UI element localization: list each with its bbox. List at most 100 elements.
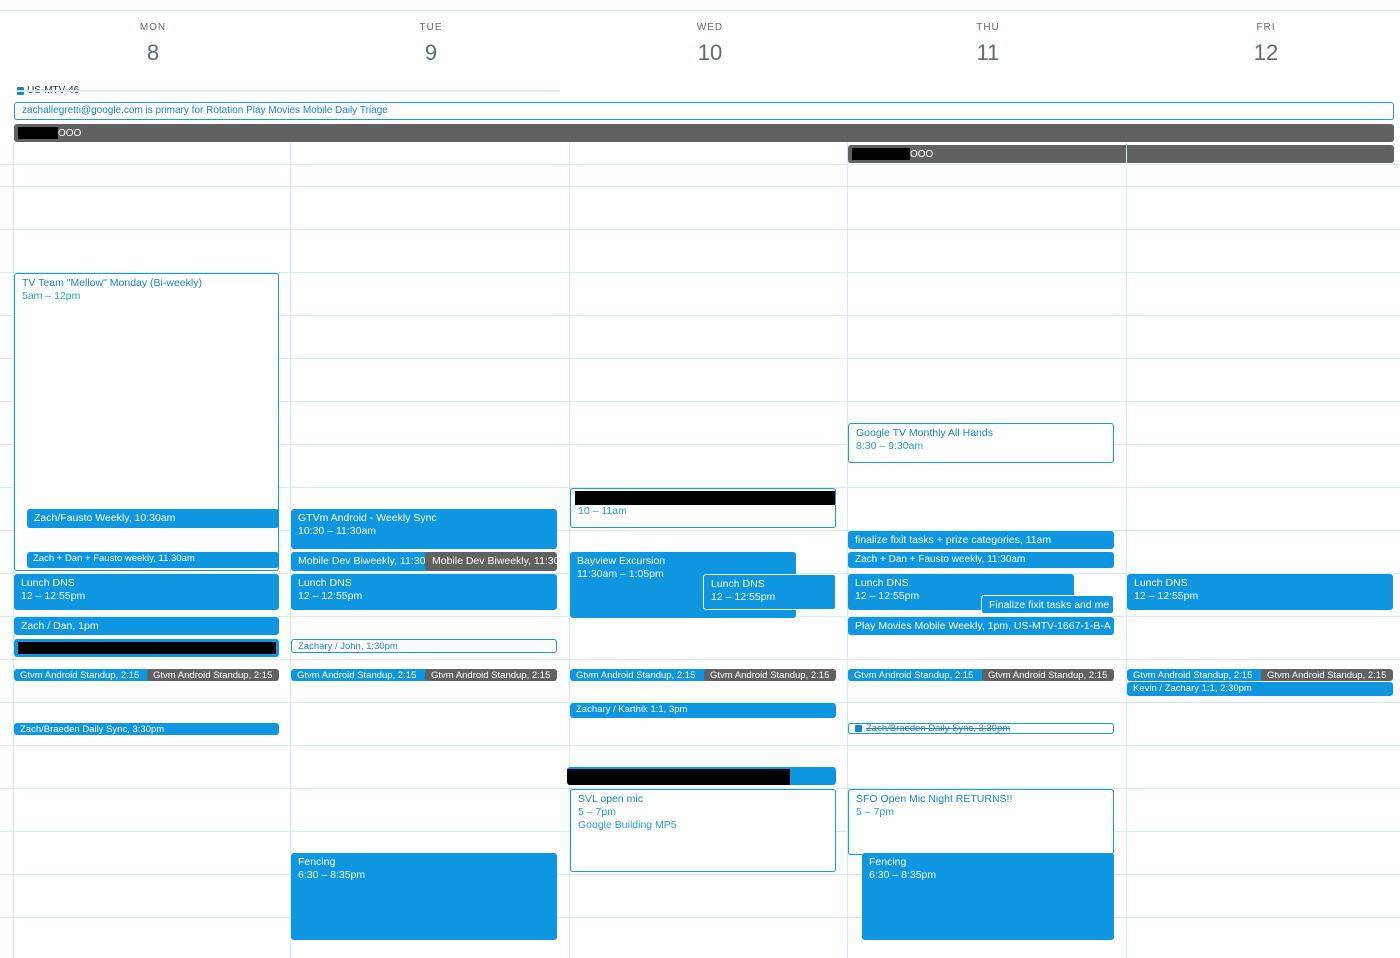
event-standup[interactable]: Gtvm Android Standup, 2:15: [704, 669, 836, 681]
event-zach-fausto-weekly[interactable]: Zach/Fausto Weekly, 10:30am: [27, 509, 279, 528]
event-zachary-karthik[interactable]: Zachary / Karthik 1:1, 3pm: [570, 703, 836, 718]
event-title: Gtvm Android Standup, 2:15: [710, 670, 830, 681]
redacted-block: [567, 769, 790, 785]
event-standup[interactable]: Gtvm Android Standup, 2:15: [848, 669, 993, 681]
event-fencing[interactable]: Fencing 6:30 – 8:35pm: [862, 853, 1114, 940]
event-title: Gtvm Android Standup, 2:15: [854, 670, 974, 681]
event-zach-dan-fausto-weekly[interactable]: Zach + Dan + Fausto weekly, 11:30am: [27, 552, 279, 568]
event-finalize-fixit[interactable]: finalize fixit tasks + prize categories,…: [848, 531, 1114, 549]
event-lunch-dns[interactable]: Lunch DNS 12 – 12:55pm: [14, 574, 279, 610]
event-standup[interactable]: Gtvm Android Standup, 2:15: [1127, 669, 1272, 681]
event-fencing[interactable]: Fencing 6:30 – 8:35pm: [291, 853, 557, 940]
event-play-movies-weekly[interactable]: Play Movies Mobile Weekly, 1pm, US-MTV-1…: [848, 617, 1114, 635]
redacted-block: [575, 491, 835, 505]
event-title: Gtvm Android Standup, 2:15: [153, 670, 273, 681]
event-title: Lunch DNS: [711, 578, 765, 590]
thu-ooo-banner[interactable]: OOO: [848, 145, 1394, 163]
event-zach-dan[interactable]: Zach / Dan, 1pm: [14, 617, 279, 635]
event-title: Zach/Fausto Weekly, 10:30am: [34, 512, 176, 524]
event-finalize-fixit-and-me[interactable]: Finalize fixit tasks and me: [981, 595, 1114, 614]
day-number: 11: [976, 40, 1000, 65]
event-time: 6:30 – 8:35pm: [869, 869, 937, 881]
event-standup[interactable]: Gtvm Android Standup, 2:15: [147, 669, 279, 681]
primary-rotation-banner[interactable]: zachallegretti@google.com is primary for…: [14, 102, 1394, 120]
event-standup[interactable]: Gtvm Android Standup, 2:15: [570, 669, 715, 681]
event-lunch-dns[interactable]: Lunch DNS 12 – 12:55pm: [703, 574, 836, 610]
event-gtvm-weekly-sync[interactable]: GTVm Android - Weekly Sync 10:30 – 11:30…: [291, 509, 557, 549]
event-mobile-dev-biweekly[interactable]: Mobile Dev Biweekly, 11:30am: [425, 552, 557, 571]
event-time: 12 – 12:55pm: [21, 590, 86, 602]
event-standup[interactable]: Gtvm Android Standup, 2:15: [1261, 669, 1393, 681]
event-zach-dan-fausto-weekly[interactable]: Zach + Dan + Fausto weekly, 11:30am: [848, 552, 1114, 568]
redacted-block: [18, 127, 58, 139]
event-braeden-sync[interactable]: Zach/Braeden Daily Sync, 3:30pm: [848, 723, 1114, 734]
event-title: Fencing: [298, 856, 336, 868]
event-mobile-dev-biweekly[interactable]: Mobile Dev Biweekly, 11:30am: [291, 552, 431, 571]
day-header-mon[interactable]: MON 8: [103, 22, 203, 66]
event-lunch-dns[interactable]: Lunch DNS 12 – 12:55pm: [1127, 574, 1393, 610]
event-standup[interactable]: Gtvm Android Standup, 2:15: [425, 669, 557, 681]
day-header-fri[interactable]: FRI 12: [1216, 22, 1316, 66]
event-svl-open-mic[interactable]: SVL open mic 5 – 7pm Google Building MP5: [570, 789, 836, 872]
event-time: 12 – 12:55pm: [1134, 590, 1199, 602]
event-google-tv-all-hands[interactable]: Google TV Monthly All Hands 8:30 – 9:30a…: [848, 423, 1114, 463]
event-title: Gtvm Android Standup, 2:15: [431, 670, 551, 681]
event-title: Lunch DNS: [298, 577, 352, 589]
day-number: 8: [146, 40, 160, 65]
event-title: finalize fixit tasks + prize categories,…: [855, 534, 1052, 546]
event-redacted[interactable]: [14, 639, 279, 657]
event-title: Fencing: [869, 856, 907, 868]
ooo-text: OOO: [910, 148, 934, 160]
event-title: Gtvm Android Standup, 2:15: [1267, 670, 1387, 681]
event-title: Zach / Dan, 1pm: [21, 620, 99, 632]
ooo-banner[interactable]: OOO: [14, 124, 1394, 142]
event-kevin-zachary[interactable]: Kevin / Zachary 1:1, 2:30pm: [1127, 682, 1393, 696]
event-braeden-sync[interactable]: Zach/Braeden Daily Sync, 3:30pm: [14, 723, 279, 735]
event-standup[interactable]: Gtvm Android Standup, 2:15: [291, 669, 436, 681]
event-time: 5 – 7pm: [578, 806, 616, 818]
event-title: Zach/Braeden Daily Sync, 3:30pm: [20, 724, 165, 735]
event-time: 12 – 12:55pm: [711, 591, 776, 603]
event-title: Lunch DNS: [855, 577, 909, 589]
grid-line: [0, 659, 1400, 660]
event-redacted-10am[interactable]: 10 – 11am: [570, 488, 836, 528]
event-title: Bayview Excursion: [577, 555, 666, 567]
day-header-wed[interactable]: WED 10: [660, 22, 760, 66]
event-title: Lunch DNS: [1134, 577, 1188, 589]
event-title: GTVm Android - Weekly Sync: [298, 512, 437, 524]
event-title: Gtvm Android Standup, 2:15: [20, 670, 140, 681]
grid-line: [0, 164, 1400, 165]
day-column-divider: [290, 142, 291, 958]
day-name: THU: [976, 22, 1000, 33]
day-number: 12: [1253, 40, 1279, 65]
event-zachary-john[interactable]: Zachary / John, 1:30pm: [291, 639, 557, 653]
event-title: SFO Open Mic Night RETURNS!!: [856, 793, 1013, 805]
event-title: TV Team "Mellow" Monday (Bi-weekly): [22, 277, 202, 289]
event-title: Kevin / Zachary 1:1, 2:30pm: [1133, 683, 1252, 694]
event-time: 12 – 12:55pm: [298, 590, 363, 602]
primary-banner-text: zachallegretti@google.com is primary for…: [22, 105, 388, 116]
event-time: 5 – 7pm: [856, 806, 894, 818]
event-title: Zach + Dan + Fausto weekly, 11:30am: [855, 554, 1026, 565]
event-title: Zach/Braeden Daily Sync, 3:30pm: [866, 723, 1011, 734]
event-title: SVL open mic: [578, 793, 643, 805]
event-standup[interactable]: Gtvm Android Standup, 2:15: [14, 669, 159, 681]
event-title: Gtvm Android Standup, 2:15: [988, 670, 1108, 681]
day-header-thu[interactable]: THU 11: [938, 22, 1038, 66]
header-divider: [0, 10, 1400, 11]
location-underline: [17, 90, 560, 92]
event-title: Mobile Dev Biweekly, 11:30am: [432, 555, 557, 567]
event-redacted-afternoon[interactable]: [567, 767, 836, 785]
event-title: Lunch DNS: [21, 577, 75, 589]
event-title: Zachary / John, 1:30pm: [298, 641, 398, 652]
event-time: 8:30 – 9:30am: [856, 440, 924, 452]
ooo-text: OOO: [58, 127, 82, 139]
event-standup[interactable]: Gtvm Android Standup, 2:15: [982, 669, 1114, 681]
day-header-tue[interactable]: TUE 9: [381, 22, 481, 66]
grid-line: [0, 229, 1400, 230]
event-title: Zach + Dan + Fausto weekly, 11:30am: [33, 553, 195, 564]
event-sfo-open-mic[interactable]: SFO Open Mic Night RETURNS!! 5 – 7pm: [848, 789, 1114, 855]
event-time: 5am – 12pm: [22, 290, 81, 302]
event-lunch-dns[interactable]: Lunch DNS 12 – 12:55pm: [291, 574, 557, 610]
event-title: Mobile Dev Biweekly, 11:30am: [298, 555, 431, 567]
